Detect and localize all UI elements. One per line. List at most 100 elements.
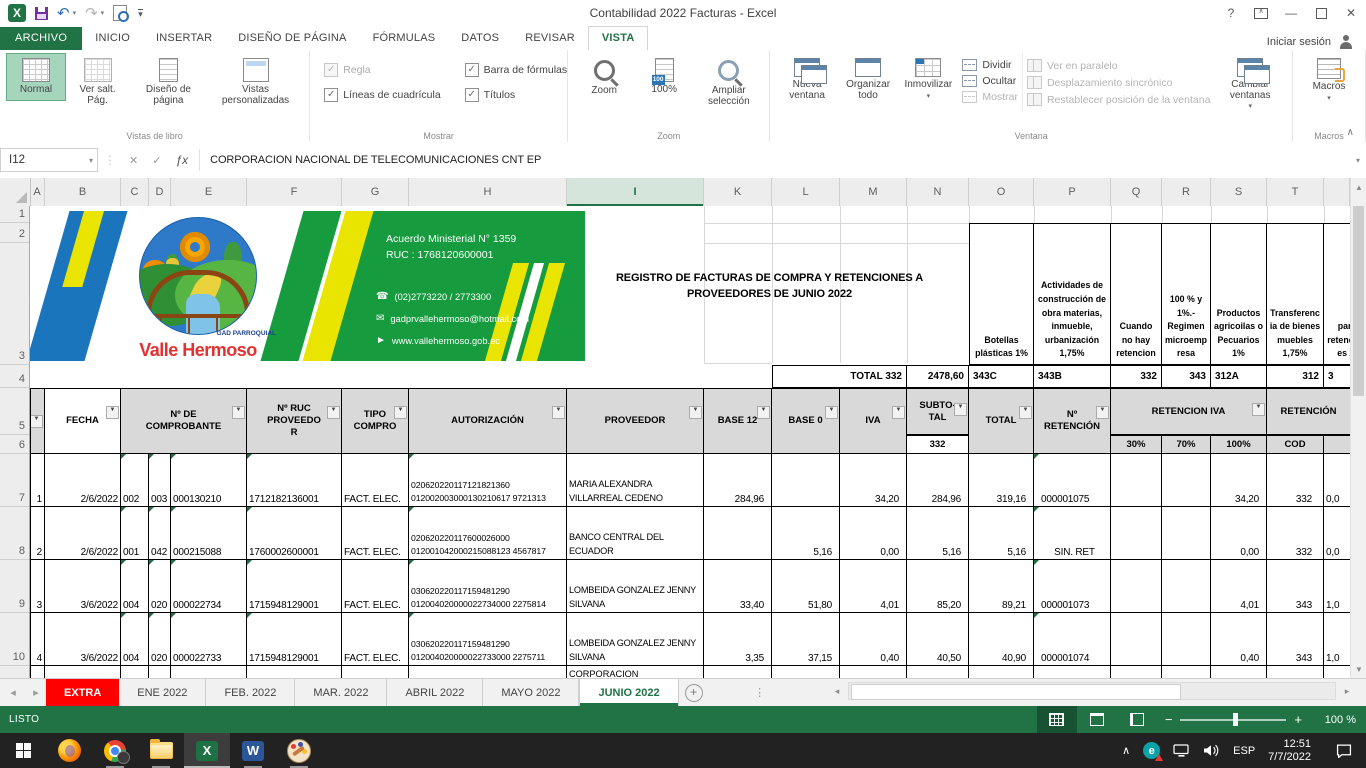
sheet-tab-ene-2022[interactable]: ENE 2022 xyxy=(119,679,206,706)
name-box[interactable]: I12 ▾ xyxy=(0,148,98,172)
column-header-F[interactable]: F xyxy=(247,178,342,206)
page-layout-status-button[interactable] xyxy=(1077,706,1117,733)
header-retencion-iva[interactable]: RETENCION IVA▼ xyxy=(1111,388,1267,435)
help-icon[interactable]: ? xyxy=(1216,0,1246,26)
sheet-nav-left-icon[interactable]: ◂ xyxy=(0,679,26,706)
hscroll-right-icon[interactable]: ▸ xyxy=(1338,682,1356,700)
sheet-tab-mayo-2022[interactable]: MAYO 2022 xyxy=(483,679,579,706)
page-break-view-button[interactable]: Ver salt. Pág. xyxy=(66,53,129,111)
restablecer-posicion-button[interactable]: Restablecer posición de la ventana xyxy=(1027,93,1210,106)
row-header-7[interactable]: 7 xyxy=(0,454,29,507)
taskbar-chrome[interactable] xyxy=(92,733,138,768)
redo-icon[interactable]: ↷ xyxy=(85,6,98,21)
sheet-tab-junio-2022[interactable]: JUNIO 2022 xyxy=(579,679,678,706)
cell-B11[interactable] xyxy=(45,666,121,678)
excel-app-icon[interactable]: X xyxy=(8,4,26,22)
row-header-1[interactable]: 1 xyxy=(0,206,29,223)
header-sub-cod[interactable]: COD xyxy=(1267,435,1324,454)
scroll-down-icon[interactable]: ▼ xyxy=(1351,660,1366,678)
cell-L11[interactable] xyxy=(772,666,840,678)
column-header-Q[interactable]: Q xyxy=(1111,178,1162,206)
cell-T10[interactable]: 343 xyxy=(1267,613,1324,666)
cell-L4[interactable]: TOTAL 332 xyxy=(772,365,907,388)
cell-H9[interactable]: 030620220117159481290 012004020000022734… xyxy=(409,560,567,613)
header-retenci-n[interactable]: RETENCIÓN xyxy=(1267,388,1350,435)
cancel-entry-icon[interactable]: ✕ xyxy=(122,154,145,167)
cell-A8[interactable]: 2 xyxy=(30,507,45,560)
cell-P11[interactable] xyxy=(1034,666,1111,678)
cell-T11[interactable] xyxy=(1267,666,1324,678)
zoom-in-icon[interactable]: + xyxy=(1286,712,1310,727)
cell-M10[interactable]: 0,40 xyxy=(840,613,907,666)
filter-icon[interactable]: ▼ xyxy=(954,403,967,416)
cell-F7[interactable]: 1712182136001 xyxy=(247,454,342,507)
cell-D8[interactable]: 042 xyxy=(149,507,171,560)
column-header-partial[interactable] xyxy=(1324,178,1350,206)
cell-D7[interactable]: 003 xyxy=(149,454,171,507)
header-sub-332[interactable]: 332 xyxy=(907,435,969,454)
cell-I9[interactable]: LOMBEIDA GONZALEZ JENNY SILVANA xyxy=(567,560,704,613)
cell-D10[interactable]: 020 xyxy=(149,613,171,666)
cell-D11[interactable] xyxy=(149,666,171,678)
cell-S3[interactable]: Productos agricoilas o Pecuarios 1% xyxy=(1211,223,1267,365)
cell-H7[interactable]: 020620220117121821360 012002003000130210… xyxy=(409,454,567,507)
column-header-R[interactable]: R xyxy=(1162,178,1211,206)
cell-A7[interactable]: 1 xyxy=(30,454,45,507)
column-header-H[interactable]: H xyxy=(409,178,567,206)
cell-B7[interactable]: 2/6/2022 xyxy=(45,454,121,507)
cell-R10[interactable] xyxy=(1162,613,1211,666)
cell-P10[interactable]: 000001074 xyxy=(1034,613,1111,666)
horizontal-scroll-thumb[interactable] xyxy=(851,684,1181,700)
cell-F8[interactable]: 1760002600001 xyxy=(247,507,342,560)
cell-L7[interactable] xyxy=(772,454,840,507)
cell-M7[interactable]: 34,20 xyxy=(840,454,907,507)
cell-K7[interactable]: 284,96 xyxy=(704,454,772,507)
cell-A11[interactable] xyxy=(30,666,45,678)
cell-Q8[interactable] xyxy=(1111,507,1162,560)
vertical-scroll-thumb[interactable] xyxy=(1353,206,1364,396)
cell-K9[interactable]: 33,40 xyxy=(704,560,772,613)
cell-B8[interactable]: 2/6/2022 xyxy=(45,507,121,560)
tab-inicio[interactable]: INICIO xyxy=(82,27,143,50)
row-header-9[interactable]: 9 xyxy=(0,560,29,613)
cell-E10[interactable]: 000022733 xyxy=(171,613,247,666)
cell-R4[interactable]: 343 xyxy=(1162,365,1211,388)
undo-caret-icon[interactable]: ▾ xyxy=(73,9,77,17)
cell-C7[interactable]: 002 xyxy=(121,454,149,507)
scroll-up-icon[interactable]: ▲ xyxy=(1351,178,1366,196)
cell-E9[interactable]: 000022734 xyxy=(171,560,247,613)
cell-R7[interactable] xyxy=(1162,454,1211,507)
custom-views-button[interactable]: Vistas personalizadas xyxy=(208,53,303,111)
taskbar-word[interactable]: W xyxy=(230,733,276,768)
organizar-todo-button[interactable]: Organizar todo xyxy=(838,53,899,106)
cell-F10[interactable]: 1715948129001 xyxy=(247,613,342,666)
cell-C11[interactable] xyxy=(121,666,149,678)
cell-N8[interactable]: 5,16 xyxy=(907,507,969,560)
header-sub-30[interactable]: 30% xyxy=(1111,435,1162,454)
taskbar-excel[interactable]: X xyxy=(184,733,230,768)
cell-K10[interactable]: 3,35 xyxy=(704,613,772,666)
tab-formulas[interactable]: FÓRMULAS xyxy=(360,27,449,50)
cell-U8[interactable]: 0,0 xyxy=(1324,507,1350,560)
cell-B10[interactable]: 3/6/2022 xyxy=(45,613,121,666)
ribbon-display-options-icon[interactable]: ∧ xyxy=(1246,0,1276,26)
start-button[interactable] xyxy=(0,733,46,768)
cell-L10[interactable]: 37,15 xyxy=(772,613,840,666)
page-layout-view-button[interactable]: Diseño de página xyxy=(129,53,208,111)
customize-qat-icon[interactable]: ▾ xyxy=(138,9,143,18)
filter-icon[interactable]: ▼ xyxy=(30,415,43,428)
column-header-M[interactable]: M xyxy=(840,178,907,206)
cell-E11[interactable] xyxy=(171,666,247,678)
row-header-2[interactable]: 2 xyxy=(0,223,29,243)
cell-U10[interactable]: 1,0 xyxy=(1324,613,1350,666)
cell-U9[interactable]: 1,0 xyxy=(1324,560,1350,613)
speaker-icon[interactable] xyxy=(1203,744,1220,757)
cell-T8[interactable]: 332 xyxy=(1267,507,1324,560)
cell-S7[interactable]: 34,20 xyxy=(1211,454,1267,507)
cell-R3[interactable]: 100 % y 1%.- Regimen microempresa xyxy=(1162,223,1211,365)
cell-Q10[interactable] xyxy=(1111,613,1162,666)
cell-T7[interactable]: 332 xyxy=(1267,454,1324,507)
zoom-to-selection-button[interactable]: Ampliar selección xyxy=(694,53,763,112)
cell-S9[interactable]: 4,01 xyxy=(1211,560,1267,613)
cell-M9[interactable]: 4,01 xyxy=(840,560,907,613)
